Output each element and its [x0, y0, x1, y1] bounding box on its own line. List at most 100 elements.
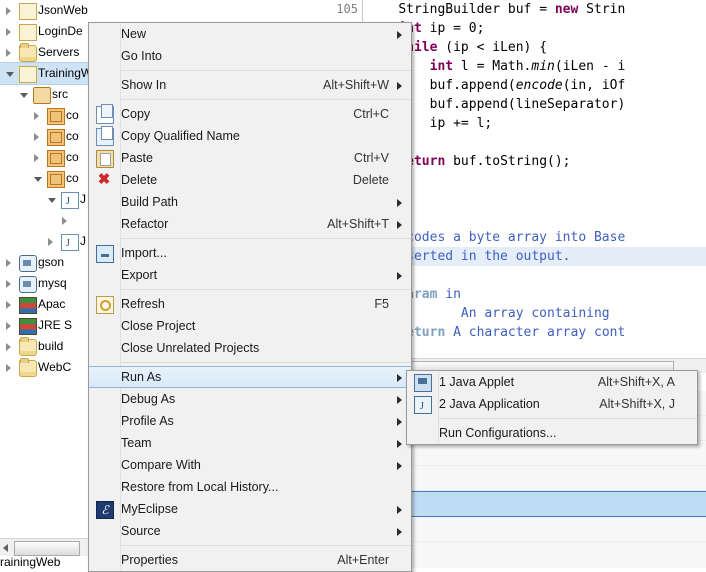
menu-item-paste[interactable]: Paste Ctrl+V — [89, 147, 411, 169]
tree-item-j[interactable]: J — [0, 189, 88, 212]
menu-item-refresh[interactable]: Refresh F5 — [89, 293, 411, 315]
tree-item-trainingw[interactable]: TrainingW — [0, 62, 88, 85]
menu-item-run-as[interactable]: Run As — [89, 366, 411, 388]
chevron-right-icon[interactable] — [6, 301, 11, 309]
menu-item-copy-qualified-name[interactable]: Copy Qualified Name — [89, 125, 411, 147]
code-line[interactable]: while (ip < iLen) { — [367, 38, 706, 57]
menu-item-delete[interactable]: ✖ Delete Delete — [89, 169, 411, 191]
menu-separator — [121, 289, 411, 290]
menu-item-debug-as[interactable]: Debug As — [89, 388, 411, 410]
menu-item-new[interactable]: New — [89, 23, 411, 45]
java-applet-icon — [414, 374, 432, 392]
scrollbar-thumb[interactable] — [14, 541, 80, 556]
tree-item-servers[interactable]: Servers — [0, 42, 88, 63]
code-line[interactable]: * inserted in the output. — [367, 247, 706, 266]
tree-item-co[interactable]: co — [0, 126, 88, 147]
menu-item-close-project[interactable]: Close Project — [89, 315, 411, 337]
code-line[interactable]: /** — [367, 209, 706, 228]
code-line[interactable] — [367, 190, 706, 209]
menu-separator — [121, 70, 411, 71]
submenu-arrow-icon — [397, 440, 402, 448]
code-line[interactable]: int ip = 0; — [367, 19, 706, 38]
tree-item-j[interactable]: J — [0, 231, 88, 254]
tree-item-co[interactable]: co — [0, 105, 88, 126]
scroll-left-arrow-icon[interactable] — [3, 544, 8, 552]
menu-item-refactor[interactable]: Refactor Alt+Shift+T — [89, 213, 411, 235]
menu-item-build-path[interactable]: Build Path — [89, 191, 411, 213]
code-line[interactable]: return buf.toString(); — [367, 152, 706, 171]
tree-item-src[interactable]: src — [0, 84, 88, 105]
tree-item-build[interactable]: build — [0, 336, 88, 357]
source-folder-icon — [33, 87, 51, 104]
chevron-down-icon[interactable] — [48, 198, 56, 203]
chevron-right-icon[interactable] — [34, 133, 39, 141]
menu-item-label: Go Into — [121, 49, 162, 63]
menu-item-1-java-applet[interactable]: 1 Java Applet Alt+Shift+X, A — [407, 371, 697, 393]
menu-item-go-into[interactable]: Go Into — [89, 45, 411, 67]
code-line[interactable]: buf.append(lineSeparator) — [367, 95, 706, 114]
chevron-down-icon[interactable] — [34, 177, 42, 182]
chevron-right-icon[interactable] — [34, 154, 39, 162]
code-line[interactable]: * @param in — [367, 285, 706, 304]
tree-item-webc[interactable]: WebC — [0, 357, 88, 378]
code-line[interactable]: } — [367, 133, 706, 152]
code-line[interactable]: int l = Math.min(iLen - i — [367, 57, 706, 76]
menu-item-label: 1 Java Applet — [439, 375, 515, 389]
submenu-arrow-icon — [397, 31, 402, 39]
menu-item-close-unrelated-projects[interactable]: Close Unrelated Projects — [89, 337, 411, 359]
context-menu[interactable]: New Go Into Show In Alt+Shift+W Copy Ctrl+C Co… — [88, 22, 412, 572]
code-line[interactable]: * — [367, 266, 706, 285]
tree-horizontal-scrollbar[interactable] — [0, 538, 88, 556]
menu-item-run-configurations[interactable]: Run Configurations... — [407, 422, 697, 444]
chevron-right-icon[interactable] — [6, 259, 11, 267]
code-line[interactable]: * @return A character array cont — [367, 323, 706, 342]
tree-item-co[interactable]: co — [0, 168, 88, 189]
chevron-right-icon[interactable] — [6, 7, 11, 15]
menu-item-import[interactable]: Import... — [89, 242, 411, 264]
chevron-right-icon[interactable] — [6, 49, 11, 57]
tree-item-node[interactable] — [0, 210, 88, 231]
chevron-right-icon[interactable] — [48, 238, 53, 246]
code-line[interactable]: ip += l; — [367, 114, 706, 133]
chevron-down-icon[interactable] — [6, 72, 14, 77]
tree-item-loginde[interactable]: LoginDe — [0, 21, 88, 42]
chevron-right-icon[interactable] — [34, 112, 39, 120]
tree-item-mysq[interactable]: mysq — [0, 273, 88, 294]
menu-item-show-in[interactable]: Show In Alt+Shift+W — [89, 74, 411, 96]
tree-item-label: co — [66, 150, 79, 164]
menu-item-2-java-application[interactable]: 2 Java Application Alt+Shift+X, J — [407, 393, 697, 418]
chevron-right-icon[interactable] — [6, 280, 11, 288]
tree-item-jre s[interactable]: JRE S — [0, 315, 88, 336]
submenu-arrow-icon — [397, 272, 402, 280]
menu-item-profile-as[interactable]: Profile As — [89, 410, 411, 432]
menu-item-export[interactable]: Export — [89, 264, 411, 286]
code-line[interactable]: */ — [367, 342, 706, 358]
menu-item-copy[interactable]: Copy Ctrl+C — [89, 103, 411, 125]
chevron-right-icon[interactable] — [6, 343, 11, 351]
editor-code-area[interactable]: StringBuilder buf = new Strin int ip = 0… — [367, 0, 706, 358]
tree-item-apac[interactable]: Apac — [0, 294, 88, 315]
myeclipse-icon: ℰ — [96, 501, 114, 519]
package-explorer-tree[interactable]: JsonWeb LoginDe Servers TrainingW src co co co c… — [0, 0, 88, 538]
menu-item-team[interactable]: Team — [89, 432, 411, 454]
menu-item-source[interactable]: Source — [89, 520, 411, 542]
code-line[interactable]: StringBuilder buf = new Strin — [367, 0, 706, 19]
tree-item-co[interactable]: co — [0, 147, 88, 168]
code-line[interactable]: * Encodes a byte array into Base — [367, 228, 706, 247]
run-as-submenu[interactable]: 1 Java Applet Alt+Shift+X, A 2 Java Applic… — [406, 370, 698, 445]
menu-item-label: Build Path — [121, 195, 178, 209]
chevron-right-icon[interactable] — [6, 322, 11, 330]
chevron-right-icon[interactable] — [6, 364, 11, 372]
submenu-arrow-icon — [397, 528, 402, 536]
menu-item-myeclipse[interactable]: ℰ MyEclipse — [89, 498, 411, 520]
tree-item-jsonweb[interactable]: JsonWeb — [0, 0, 88, 21]
tree-item-gson[interactable]: gson — [0, 252, 88, 273]
menu-item-restore-from-local-history[interactable]: Restore from Local History... — [89, 476, 411, 498]
chevron-down-icon[interactable] — [20, 93, 28, 98]
code-line[interactable]: * An array containing — [367, 304, 706, 323]
code-line[interactable]: buf.append(encode(in, iOf — [367, 76, 706, 95]
chevron-right-icon[interactable] — [62, 217, 67, 225]
code-line[interactable]: } — [367, 171, 706, 190]
menu-item-compare-with[interactable]: Compare With — [89, 454, 411, 476]
chevron-right-icon[interactable] — [6, 28, 11, 36]
